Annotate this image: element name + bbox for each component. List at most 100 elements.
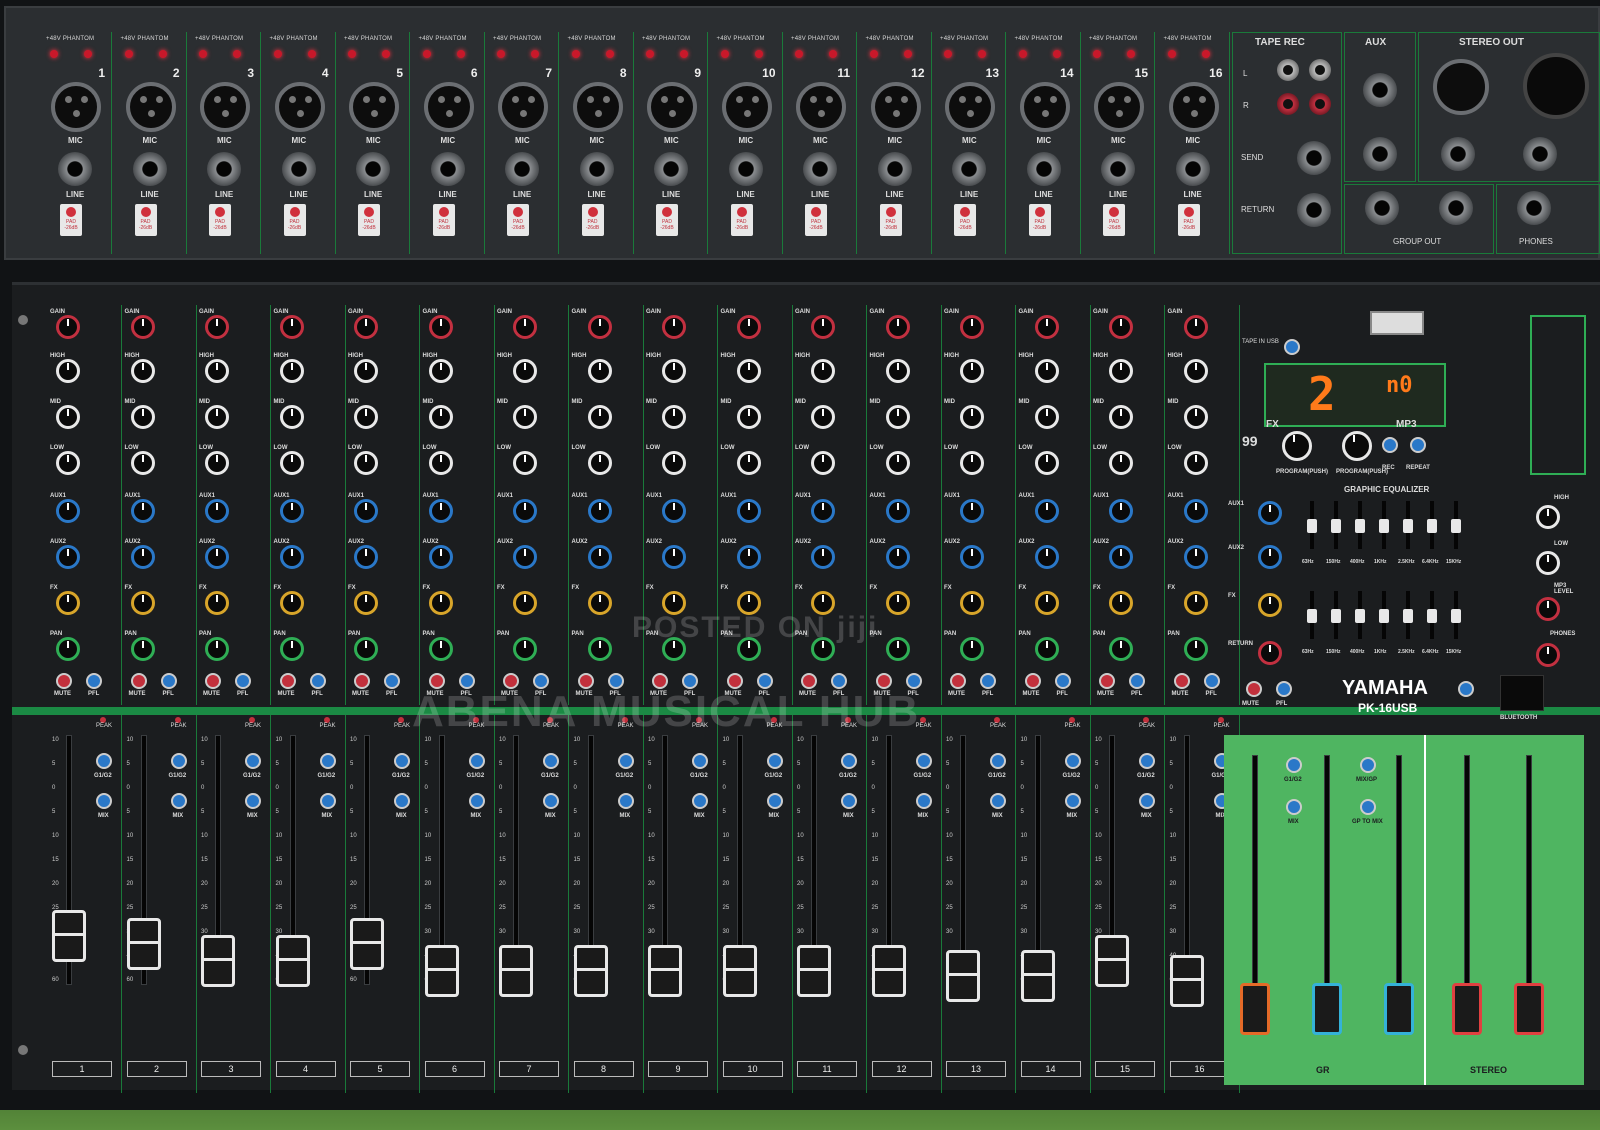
geq-slider[interactable]: [1427, 519, 1437, 533]
mic-xlr-input[interactable]: [945, 82, 995, 132]
mix-assign-button[interactable]: [96, 793, 112, 809]
pfl-button[interactable]: [1203, 673, 1220, 689]
rec-out-right-jack[interactable]: [1309, 93, 1331, 115]
gain-knob[interactable]: [354, 315, 378, 339]
aux1-send-knob[interactable]: [513, 499, 537, 523]
gain-knob[interactable]: [1183, 315, 1208, 339]
pad-switch[interactable]: PAD -26dB: [1177, 204, 1200, 236]
mix-assign-button[interactable]: [692, 793, 708, 809]
mix-assign-button[interactable]: [543, 793, 559, 809]
gain-knob[interactable]: [587, 315, 612, 339]
aux1-send-knob[interactable]: [428, 499, 453, 523]
g1g2-assign-button[interactable]: [543, 753, 559, 769]
geq-slider[interactable]: [1331, 519, 1341, 533]
mute-button[interactable]: [130, 673, 147, 689]
repeat-button[interactable]: [1410, 437, 1426, 453]
pad-switch[interactable]: PAD -26dB: [283, 204, 306, 236]
mute-button[interactable]: [205, 673, 221, 689]
pad-switch[interactable]: PAD -26dB: [879, 204, 902, 236]
high-eq-knob[interactable]: [1183, 359, 1208, 383]
low-eq-knob[interactable]: [811, 451, 835, 475]
gain-knob[interactable]: [56, 315, 80, 339]
mute-button[interactable]: [279, 673, 296, 689]
high-eq-knob[interactable]: [279, 359, 304, 383]
high-eq-knob[interactable]: [662, 359, 686, 383]
g1g2-assign-button[interactable]: [394, 753, 410, 769]
low-eq-knob[interactable]: [130, 451, 155, 475]
channel-fader[interactable]: [499, 945, 533, 997]
pad-switch[interactable]: PAD -26dB: [60, 204, 82, 236]
mute-button[interactable]: [1173, 673, 1190, 689]
fx-program-knob[interactable]: [1282, 431, 1312, 461]
pad-switch[interactable]: PAD -26dB: [1103, 204, 1125, 236]
mid-eq-knob[interactable]: [279, 405, 304, 429]
bluetooth-button[interactable]: [1458, 681, 1474, 697]
aux2-send-knob[interactable]: [1183, 545, 1208, 569]
aux2-send-knob[interactable]: [354, 545, 378, 569]
mic-xlr-input[interactable]: [1019, 82, 1070, 132]
pfl-button[interactable]: [160, 673, 177, 689]
phantom-switch-led[interactable]: [382, 50, 390, 58]
phantom-switch-led[interactable]: [754, 50, 763, 58]
pad-switch[interactable]: PAD -26dB: [730, 204, 753, 236]
aux2-send-knob[interactable]: [811, 545, 835, 569]
mix-gp-button[interactable]: [1360, 757, 1376, 773]
geq-slider[interactable]: [1355, 519, 1365, 533]
group-out-2-jack[interactable]: [1439, 191, 1473, 225]
line-input-jack[interactable]: [281, 152, 316, 186]
g1g2-assign-button[interactable]: [1064, 753, 1081, 769]
aux2-send-knob[interactable]: [1034, 545, 1059, 569]
stereo-right-fader[interactable]: [1514, 983, 1544, 1035]
gain-knob[interactable]: [1109, 315, 1133, 339]
low-eq-knob[interactable]: [56, 451, 80, 475]
pad-switch[interactable]: PAD -26dB: [805, 204, 827, 236]
low-eq-knob[interactable]: [279, 451, 304, 475]
low-eq-knob[interactable]: [354, 451, 378, 475]
aux1-send-knob[interactable]: [811, 499, 835, 523]
channel-fader[interactable]: [126, 917, 161, 970]
high-eq-knob[interactable]: [428, 359, 453, 383]
pfl-button[interactable]: [235, 673, 251, 689]
mic-xlr-input[interactable]: [423, 82, 474, 132]
aux1-send-knob[interactable]: [1183, 499, 1208, 523]
geq-slider[interactable]: [1451, 519, 1461, 533]
phantom-switch-led[interactable]: [1201, 50, 1210, 58]
mid-eq-knob[interactable]: [587, 405, 612, 429]
fx-send-knob[interactable]: [205, 591, 229, 615]
mid-eq-knob[interactable]: [56, 405, 80, 429]
fx-send-knob[interactable]: [885, 591, 910, 615]
high-eq-knob[interactable]: [1034, 359, 1059, 383]
line-input-jack[interactable]: [654, 152, 688, 186]
aux1-send-knob[interactable]: [205, 499, 229, 523]
gain-knob[interactable]: [205, 315, 229, 339]
geq-slider[interactable]: [1427, 609, 1437, 623]
aux2-send-knob[interactable]: [885, 545, 910, 569]
aux2-send-knob[interactable]: [279, 545, 304, 569]
master-mute-button[interactable]: [1246, 681, 1262, 697]
pfl-button[interactable]: [86, 673, 102, 689]
low-eq-knob[interactable]: [513, 451, 537, 475]
low-eq-knob[interactable]: [736, 451, 761, 475]
fx-send-knob[interactable]: [130, 591, 155, 615]
line-input-jack[interactable]: [356, 152, 390, 186]
high-eq-knob[interactable]: [56, 359, 80, 383]
high-eq-knob[interactable]: [130, 359, 155, 383]
line-input-jack[interactable]: [207, 152, 241, 186]
rec-out-left-jack[interactable]: [1309, 59, 1331, 81]
mid-eq-knob[interactable]: [130, 405, 155, 429]
mix-assign-button[interactable]: [394, 793, 410, 809]
master-return-knob[interactable]: [1258, 641, 1282, 665]
mid-eq-knob[interactable]: [885, 405, 910, 429]
phantom-switch-led[interactable]: [1052, 50, 1061, 58]
mix-assign-button[interactable]: [468, 793, 485, 809]
pad-switch[interactable]: PAD -26dB: [581, 204, 604, 236]
mute-button[interactable]: [354, 673, 370, 689]
mute-button[interactable]: [1099, 673, 1115, 689]
pan-knob[interactable]: [513, 637, 537, 661]
line-input-jack[interactable]: [877, 152, 912, 186]
g1g2-assign-button[interactable]: [96, 753, 112, 769]
channel-fader[interactable]: [648, 945, 682, 997]
phones-jack[interactable]: [1517, 191, 1551, 225]
pad-switch[interactable]: PAD -26dB: [209, 204, 231, 236]
mid-eq-knob[interactable]: [811, 405, 835, 429]
